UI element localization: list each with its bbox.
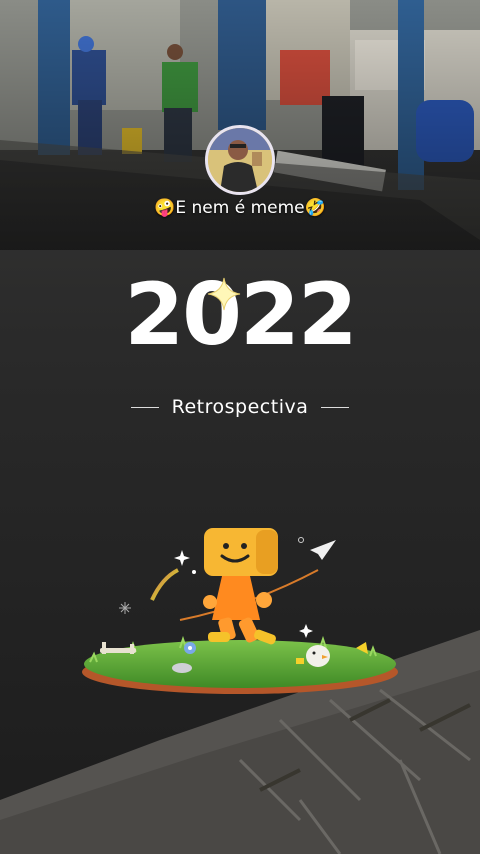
story-screen: 🤪E nem é meme🤣 2022 Retrospectiva [0,0,480,854]
mascot-illustration [82,528,398,694]
avatar-photo [208,128,272,192]
divider-right [321,406,350,408]
profile-avatar[interactable] [205,125,275,195]
recap-subtitle-label: Retrospectiva [171,396,309,418]
divider-left [130,406,159,408]
recap-subtitle: Retrospectiva [0,396,480,418]
sparkle-icon [207,277,241,311]
profile-username: 🤪E nem é meme🤣 [154,198,326,218]
